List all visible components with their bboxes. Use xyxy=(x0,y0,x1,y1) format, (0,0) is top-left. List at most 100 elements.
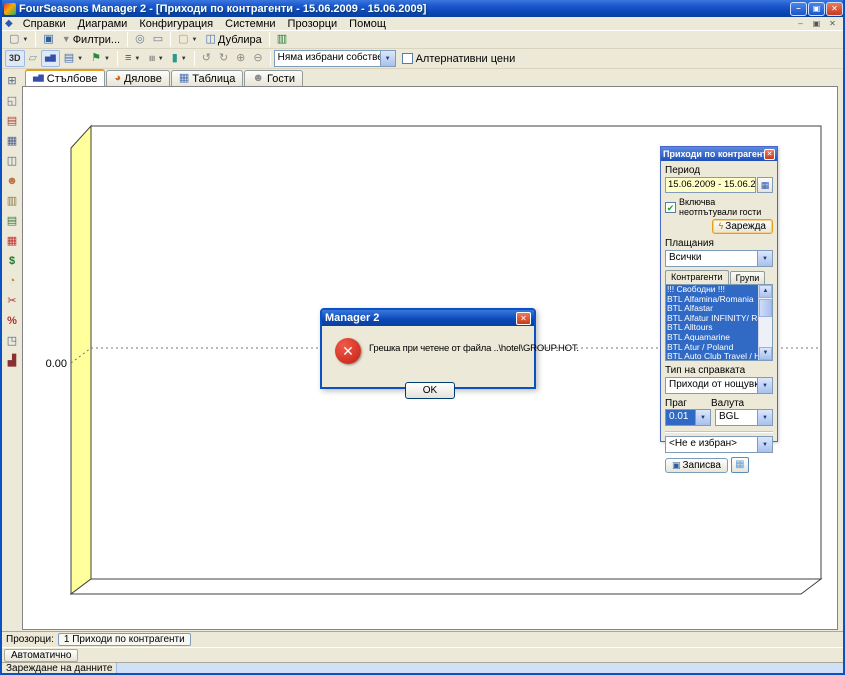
list-item[interactable]: BTL Aquamarine xyxy=(666,333,758,343)
selection-select[interactable]: <Не е избран> ▼ xyxy=(665,436,773,453)
rotate-cw-button[interactable]: ↻ xyxy=(215,50,232,67)
rotate-shape-button[interactable]: ▱ xyxy=(25,50,41,67)
menu-diagrami[interactable]: Диаграми xyxy=(72,18,134,30)
scrollbar-thumb[interactable] xyxy=(759,299,772,317)
save-button[interactable]: ▣ xyxy=(39,31,57,48)
windows-label: Прозорци: xyxy=(6,634,54,645)
tab-pie[interactable]: ◕ Дялове xyxy=(106,70,170,86)
currency-icon[interactable]: $ xyxy=(3,252,21,272)
calculator-icon[interactable]: ▦ xyxy=(3,132,21,152)
3d-toggle-button[interactable]: 3D xyxy=(5,50,25,67)
currency-select[interactable]: BGL ▼ xyxy=(715,409,773,426)
chart-canvas: 0.00 Manager 2 ✕ ✕ Грешка при четене от … xyxy=(22,86,838,630)
cut-icon[interactable]: ✂ xyxy=(3,292,21,312)
toolbar-separator xyxy=(35,32,36,47)
table-view-button[interactable]: ▦ xyxy=(731,457,749,473)
tab-table[interactable]: ▦ Таблица xyxy=(171,70,244,86)
bar-chart-button[interactable]: ▅▇ xyxy=(41,50,60,67)
export-button[interactable]: ▢ ▼ xyxy=(174,31,201,48)
documents-icon[interactable]: ▥ xyxy=(3,192,21,212)
rotate-ccw-button[interactable]: ↺ xyxy=(198,50,215,67)
chevron-down-icon: ▼ xyxy=(22,37,28,43)
cylinder-button[interactable]: ▮ ▼ xyxy=(168,50,191,67)
ledger-icon[interactable]: ▤ xyxy=(3,212,21,232)
list-item[interactable]: BTL Alfatur INFINITY/ Romani xyxy=(666,314,758,324)
document-people-icon[interactable]: ◳ xyxy=(3,332,21,352)
list-item[interactable]: BTL Alfastar xyxy=(666,304,758,314)
report-type-select[interactable]: Приходи от нощувки ▼ xyxy=(665,377,773,394)
contractors-list: !!! Свободни !!! BTL Alfamina/Romania BT… xyxy=(665,284,773,361)
zoom-in-button[interactable]: ⊕ xyxy=(232,50,249,67)
list-scrollbar[interactable]: ▲ ▼ xyxy=(758,285,772,360)
print-preview-button[interactable]: ◎ xyxy=(131,31,149,48)
ok-button[interactable]: OK xyxy=(405,382,455,399)
report-chart-icon[interactable]: ▤ xyxy=(3,112,21,132)
automatic-button[interactable]: Автоматично xyxy=(4,649,78,662)
load-button[interactable]: ϟ Зарежда xyxy=(712,219,773,234)
close-button[interactable]: ✕ xyxy=(826,2,843,16)
marks-button[interactable]: ⚑ ▼ xyxy=(87,50,114,67)
copy-report-icon[interactable]: ◫ xyxy=(3,152,21,172)
3d-icon: 3D xyxy=(9,54,21,63)
scroll-up-icon[interactable]: ▲ xyxy=(759,285,772,298)
tab-columns[interactable]: ▅▇ Стълбове xyxy=(25,69,105,86)
report-cards-icon[interactable]: ⊞ xyxy=(3,72,21,92)
panel-close-button[interactable]: ✕ xyxy=(764,149,775,160)
menu-pomosht[interactable]: Помощ xyxy=(343,18,392,30)
new-report-button[interactable]: ▢ ▼ xyxy=(5,31,32,48)
horizontal-grid-button[interactable]: ≡ ▼ xyxy=(121,50,144,67)
menu-prozorci[interactable]: Прозорци xyxy=(282,18,344,30)
tab-groups[interactable]: Групи xyxy=(730,271,766,284)
menu-sistemni[interactable]: Системни xyxy=(219,18,281,30)
include-guests-checkbox[interactable]: ✔ xyxy=(665,202,676,213)
excel-chart-button[interactable]: ▥ xyxy=(273,31,291,48)
new-document-icon: ▢ xyxy=(9,34,19,45)
export-image-icon[interactable]: ◱ xyxy=(3,92,21,112)
legend-button[interactable]: ▤ ▼ xyxy=(60,50,87,67)
list-item[interactable]: !!! Свободни !!! xyxy=(666,285,758,295)
minimize-button[interactable]: – xyxy=(790,2,807,16)
toolbar-main: ▢ ▼ ▣ ▼ Филтри... ◎ ▭ ▢ ▼ ◫ Дублира ▥ xyxy=(2,31,843,49)
list-item[interactable]: BTL Alltours xyxy=(666,323,758,333)
print-icon: ▭ xyxy=(153,34,163,45)
tab-guests[interactable]: ☻ Гости xyxy=(244,70,303,86)
table-red-icon[interactable]: ▦ xyxy=(3,232,21,252)
tab-table-label: Таблица xyxy=(192,73,235,85)
panel-button-row: ▣ Записва ▦ xyxy=(665,457,773,473)
menu-spravki[interactable]: Справки xyxy=(17,18,72,30)
filter-button[interactable]: ▼ Филтри... xyxy=(58,31,124,48)
menu-konfiguracia[interactable]: Конфигурация xyxy=(133,18,219,30)
threshold-combo[interactable]: 0.01 ▼ xyxy=(665,409,711,426)
period-input[interactable]: 15.06.2009 - 15.06.2009 xyxy=(665,177,756,193)
window-tab-button[interactable]: 1 Приходи по контрагенти xyxy=(58,633,191,646)
panel-titlebar[interactable]: Приходи по контрагенти ✕ xyxy=(661,147,777,161)
view-tab-bar: ▅▇ Стълбове ◕ Дялове ▦ Таблица ☻ Гости xyxy=(2,69,843,86)
payments-icon[interactable]: ◔ xyxy=(3,272,21,292)
alt-prices-checkbox[interactable] xyxy=(402,53,413,64)
left-icon-sidebar: ⊞ ◱ ▤ ▦ ◫ ☻ ▥ ▤ ▦ $ ◔ ✂ % ◳ ▟ xyxy=(2,70,22,631)
title-bar: FourSeasons Manager 2 - [Приходи по конт… xyxy=(0,0,845,17)
restore-button[interactable]: ▣ xyxy=(808,2,825,16)
scroll-down-icon[interactable]: ▼ xyxy=(759,347,772,360)
list-item[interactable]: BTL Auto Club Travel / Hunga xyxy=(666,352,758,360)
mdi-restore-button[interactable]: ▣ xyxy=(810,19,823,28)
list-item[interactable]: BTL Atur / Poland xyxy=(666,343,758,353)
print-button[interactable]: ▭ xyxy=(149,31,167,48)
save-report-button[interactable]: ▣ Записва xyxy=(665,458,728,473)
chart-flag-icon[interactable]: ▟ xyxy=(3,352,21,372)
error-dialog-close-button[interactable]: ✕ xyxy=(516,312,531,325)
error-message: Грешка при четене от файла ..\hotel\GROU… xyxy=(369,343,530,354)
owner-select[interactable]: Няма избрани собственици ▼ xyxy=(274,50,396,67)
calendar-button[interactable]: ▦ xyxy=(757,177,773,193)
tab-contractors[interactable]: Контрагенти xyxy=(665,270,729,284)
mdi-close-button[interactable]: ✕ xyxy=(826,19,839,28)
percent-icon[interactable]: % xyxy=(3,312,21,332)
payments-select[interactable]: Всички ▼ xyxy=(665,250,773,267)
list-item[interactable]: BTL Alfamina/Romania xyxy=(666,295,758,305)
pie-icon: ◕ xyxy=(114,73,121,84)
zoom-out-button[interactable]: ⊖ xyxy=(249,50,266,67)
mdi-minimize-button[interactable]: – xyxy=(794,19,807,28)
vertical-grid-button[interactable]: ≡ ▼ xyxy=(144,50,167,67)
guests-icon[interactable]: ☻ xyxy=(3,172,21,192)
duplicate-button[interactable]: ◫ Дублира xyxy=(201,31,265,48)
